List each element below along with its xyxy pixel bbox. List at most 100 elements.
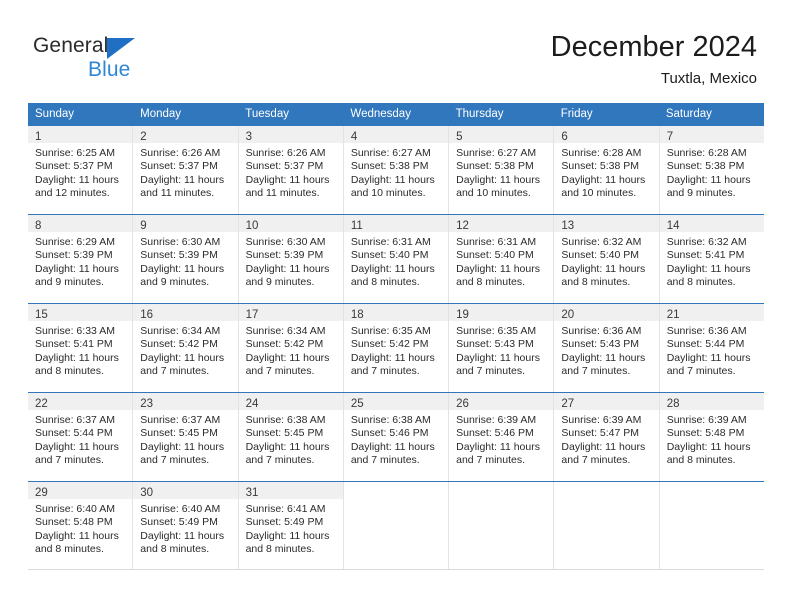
sunset-text: Sunset: 5:44 PM [35,427,113,440]
daylight-text: Daylight: 11 hours and 8 minutes. [35,351,119,378]
day-number: 26 [456,398,469,410]
day-number: 11 [350,220,363,232]
day-cell[interactable]: 17 Sunrise: 6:34 AM Sunset: 5:42 PM Dayligh… [238,304,344,392]
sunrise-text: Sunrise: 6:35 AM [456,325,537,337]
daylight-text: Daylight: 11 hours and 7 minutes. [456,351,540,378]
day-cell[interactable]: 29 Sunrise: 6:40 AM Sunset: 5:48 PM Dayligh… [28,482,134,569]
day-cell[interactable]: 18 Sunrise: 6:35 AM Sunset: 5:42 PM Dayligh… [343,304,450,392]
day-cell[interactable]: 24 Sunrise: 6:38 AM Sunset: 5:45 PM Dayligh… [238,393,344,481]
day-details: Sunrise: 6:35 AM Sunset: 5:42 PM Daylight:… [344,321,448,379]
day-number-band: 16 [133,304,238,321]
calendar-body: 1 Sunrise: 6:25 AM Sunset: 5:37 PM Daylight… [28,125,764,570]
sunrise-text: Sunrise: 6:40 AM [140,503,221,515]
day-number-band: 9 [133,215,238,232]
day-cell[interactable]: 14 Sunrise: 6:32 AM Sunset: 5:41 PM Dayligh… [659,215,764,303]
day-number: 25 [350,398,364,410]
day-number: 30 [140,487,154,499]
day-number-band: 25 [343,393,449,410]
day-cell[interactable]: 9 Sunrise: 6:30 AM Sunset: 5:39 PM Daylight… [133,215,239,303]
day-cell[interactable]: 16 Sunrise: 6:34 AM Sunset: 5:42 PM Dayligh… [133,304,239,392]
day-number: 29 [35,487,48,499]
day-number: 6 [561,131,568,143]
day-number: 14 [666,220,680,232]
weekday-header-thursday: Thursday [455,108,504,120]
day-cell[interactable]: 23 Sunrise: 6:37 AM Sunset: 5:45 PM Dayligh… [133,393,239,481]
sunset-text: Sunset: 5:43 PM [456,338,534,351]
page-header: General Blue December 2024 Tuxtla, Mexic… [0,0,792,95]
day-number-band: 29 [28,482,133,499]
day-cell[interactable]: 11 Sunrise: 6:31 AM Sunset: 5:40 PM Dayligh… [343,215,450,303]
day-cell[interactable]: 7 Sunrise: 6:28 AM Sunset: 5:38 PM Daylight… [659,126,764,214]
sunset-text: Sunset: 5:49 PM [140,516,218,529]
day-number-band: 26 [449,393,554,410]
day-cell[interactable]: 25 Sunrise: 6:38 AM Sunset: 5:46 PM Dayligh… [343,393,450,481]
day-number-band: 30 [133,482,238,499]
day-number: 27 [561,398,575,410]
day-cell[interactable]: 20 Sunrise: 6:36 AM Sunset: 5:43 PM Dayligh… [554,304,660,392]
day-cell[interactable]: 26 Sunrise: 6:39 AM Sunset: 5:46 PM Dayligh… [449,393,555,481]
sunrise-text: Sunrise: 6:32 AM [666,236,747,248]
day-number: 12 [456,220,469,232]
day-cell[interactable]: 13 Sunrise: 6:32 AM Sunset: 5:40 PM Dayligh… [554,215,660,303]
day-cell[interactable]: 31 Sunrise: 6:41 AM Sunset: 5:49 PM Dayligh… [238,482,344,569]
day-details: Sunrise: 6:38 AM Sunset: 5:45 PM Daylight:… [239,410,343,468]
day-cell[interactable]: 21 Sunrise: 6:36 AM Sunset: 5:44 PM Dayligh… [659,304,764,392]
day-cell[interactable]: 10 Sunrise: 6:30 AM Sunset: 5:39 PM Dayligh… [238,215,344,303]
day-details: Sunrise: 6:29 AM Sunset: 5:39 PM Daylight:… [28,232,132,290]
day-cell[interactable]: 6 Sunrise: 6:28 AM Sunset: 5:38 PM Daylight… [554,126,660,214]
day-details: Sunrise: 6:31 AM Sunset: 5:40 PM Daylight:… [344,232,448,290]
daylight-text: Daylight: 11 hours and 11 minutes. [140,173,225,200]
day-number: 20 [561,309,575,321]
day-cell[interactable]: 19 Sunrise: 6:35 AM Sunset: 5:43 PM Dayligh… [449,304,555,392]
day-number: 10 [245,220,259,232]
day-cell[interactable]: 5 Sunrise: 6:27 AM Sunset: 5:38 PM Daylight… [449,126,555,214]
day-cell[interactable]: 8 Sunrise: 6:29 AM Sunset: 5:39 PM Daylight… [28,215,134,303]
day-cell[interactable]: 22 Sunrise: 6:37 AM Sunset: 5:44 PM Dayligh… [28,393,134,481]
sunset-text: Sunset: 5:42 PM [350,338,429,351]
sunrise-text: Sunrise: 6:30 AM [140,236,221,248]
day-cell[interactable]: 1 Sunrise: 6:25 AM Sunset: 5:37 PM Daylight… [28,126,134,214]
sunrise-text: Sunrise: 6:34 AM [140,325,221,337]
day-number-band: 3 [238,126,343,143]
day-number: 21 [666,309,680,321]
day-cell[interactable]: 3 Sunrise: 6:26 AM Sunset: 5:37 PM Daylight… [238,126,344,214]
day-number-band: 28 [659,393,764,410]
day-details: Sunrise: 6:31 AM Sunset: 5:40 PM Daylight:… [449,232,553,290]
day-cell[interactable]: 27 Sunrise: 6:39 AM Sunset: 5:47 PM Dayligh… [554,393,660,481]
day-number: 3 [245,131,252,143]
sunset-text: Sunset: 5:38 PM [456,160,534,173]
day-cell[interactable]: 12 Sunrise: 6:31 AM Sunset: 5:40 PM Dayligh… [449,215,555,303]
day-details: Sunrise: 6:40 AM Sunset: 5:49 PM Daylight:… [133,499,237,557]
day-details [344,499,448,503]
day-cell[interactable]: 28 Sunrise: 6:39 AM Sunset: 5:48 PM Dayligh… [659,393,764,481]
logo-text-general: General [33,34,109,57]
daylight-text: Daylight: 11 hours and 8 minutes. [140,529,225,556]
day-cell[interactable]: 30 Sunrise: 6:40 AM Sunset: 5:49 PM Dayligh… [133,482,239,569]
day-cell[interactable]: 2 Sunrise: 6:26 AM Sunset: 5:37 PM Daylight… [133,126,239,214]
general-blue-logo[interactable]: General Blue [33,34,173,86]
day-number: 17 [245,309,259,321]
day-cell[interactable]: 4 Sunrise: 6:27 AM Sunset: 5:38 PM Daylight… [343,126,450,214]
sunset-text: Sunset: 5:38 PM [561,160,640,173]
sunrise-text: Sunrise: 6:38 AM [350,414,431,426]
sunrise-text: Sunrise: 6:37 AM [35,414,115,426]
day-number-band: 4 [343,126,449,143]
daylight-text: Daylight: 11 hours and 8 minutes. [561,262,646,289]
sunrise-text: Sunrise: 6:28 AM [666,147,747,159]
day-details: Sunrise: 6:27 AM Sunset: 5:38 PM Daylight:… [344,143,448,201]
daylight-text: Daylight: 11 hours and 11 minutes. [245,173,330,200]
day-number-band: 24 [238,393,343,410]
day-details: Sunrise: 6:26 AM Sunset: 5:37 PM Daylight:… [133,143,237,201]
day-number-band: 12 [449,215,554,232]
weekday-header-saturday: Saturday [665,108,712,120]
day-number-band: 23 [133,393,238,410]
day-cell[interactable]: 15 Sunrise: 6:33 AM Sunset: 5:41 PM Dayligh… [28,304,134,392]
day-number-band [449,482,553,499]
day-number: 18 [350,309,364,321]
day-number: 24 [245,398,259,410]
day-details: Sunrise: 6:36 AM Sunset: 5:44 PM Daylight:… [660,321,764,379]
day-number-band: 18 [343,304,449,321]
day-number: 1 [35,131,42,143]
daylight-text: Daylight: 11 hours and 7 minutes. [245,351,330,378]
day-number-band: 8 [28,215,133,232]
